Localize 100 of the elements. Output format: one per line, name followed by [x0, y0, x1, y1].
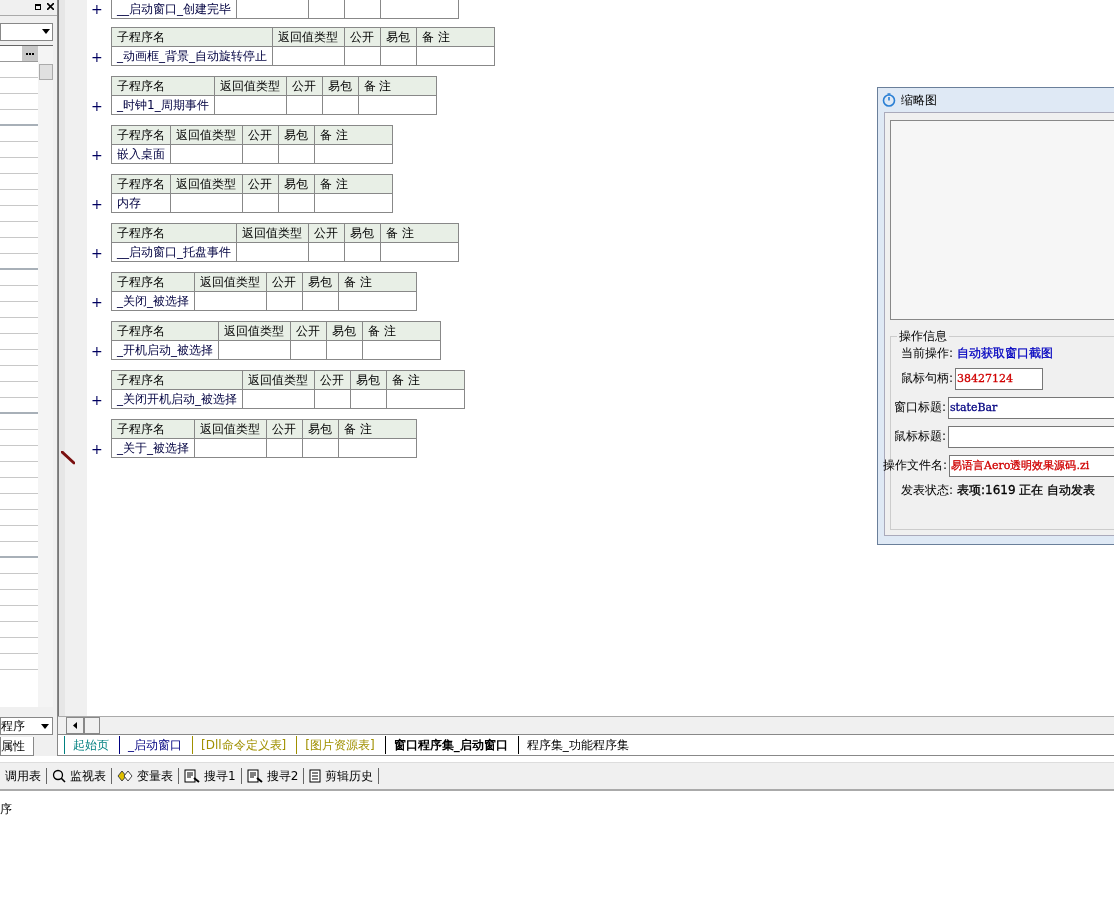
search-icon [52, 769, 66, 783]
column-header: 返回值类型 [272, 27, 345, 47]
toolbar-button[interactable]: 调用表 [0, 768, 47, 784]
column-header: 返回值类型 [170, 125, 243, 145]
expand-toggle[interactable]: + [91, 47, 103, 67]
column-header: 子程序名 [111, 27, 273, 47]
find-icon [184, 769, 200, 783]
column-header: 子程序名 [111, 76, 215, 96]
window-title: 缩略图 [901, 91, 937, 109]
output-text: 序 [0, 802, 12, 816]
column-header: 易包 [278, 125, 315, 145]
column-header: 子程序名 [111, 370, 243, 390]
expand-toggle[interactable]: + [91, 194, 103, 214]
column-header: 公开 [266, 419, 303, 439]
input-field[interactable]: stateBar [947, 396, 1114, 419]
ellipsis-button[interactable] [22, 46, 38, 61]
expand-toggle[interactable]: + [91, 341, 103, 361]
expand-toggle[interactable]: + [91, 96, 103, 116]
column-header: 易包 [278, 174, 315, 194]
column-header: 公开 [286, 76, 323, 96]
column-header: 易包 [326, 321, 363, 341]
column-header: 子程序名 [111, 174, 171, 194]
column-header: 返回值类型 [170, 174, 243, 194]
file-tab[interactable]: 窗口程序集_启动窗口 [384, 736, 518, 754]
file-tab[interactable]: 程序集_功能程序集 [517, 736, 639, 754]
column-header: 备 注 [386, 370, 465, 390]
column-header: 子程序名 [111, 419, 195, 439]
column-header: 子程序名 [111, 272, 195, 292]
input-field[interactable] [947, 425, 1114, 448]
column-header: 易包 [302, 272, 339, 292]
column-header: 备 注 [338, 272, 417, 292]
column-header: 易包 [302, 419, 339, 439]
timer-icon [882, 93, 896, 107]
column-header: 公开 [290, 321, 327, 341]
column-header: 公开 [314, 370, 351, 390]
column-header: 备 注 [358, 76, 437, 96]
left-arrow-icon [73, 722, 77, 729]
column-header: 公开 [308, 223, 345, 243]
document-icon [309, 769, 322, 783]
column-header: 返回值类型 [242, 370, 315, 390]
expand-toggle[interactable]: + [91, 0, 103, 19]
diamonds-icon [117, 770, 133, 782]
field-label: 鼠标句柄: [899, 370, 954, 387]
procedure-name-cell: __启动窗口_创建完毕 [111, 0, 237, 19]
column-header: 子程序名 [111, 125, 171, 145]
file-tab[interactable]: _启动窗口 [119, 736, 192, 754]
field-label: 操作文件名: [883, 457, 949, 474]
vertical-scrollbar[interactable] [38, 46, 53, 707]
properties-tab[interactable]: 属性 [0, 737, 34, 756]
expand-toggle[interactable]: + [91, 145, 103, 165]
expand-toggle[interactable]: + [91, 243, 103, 263]
toolbar-button[interactable]: 搜寻1 [179, 768, 242, 784]
procedure-name-cell: 嵌入桌面 [111, 144, 171, 164]
column-header: 备 注 [362, 321, 441, 341]
field-label: 鼠标标题: [892, 428, 947, 445]
column-header: 备 注 [314, 174, 393, 194]
column-header: 返回值类型 [236, 223, 309, 243]
column-header: 返回值类型 [194, 419, 267, 439]
expand-toggle[interactable]: + [91, 292, 103, 312]
procedure-name-cell: _关于_被选择 [111, 438, 195, 458]
column-header: 备 注 [380, 223, 459, 243]
procedure-name-cell: _开机启动_被选择 [111, 340, 219, 360]
scroll-track[interactable] [84, 717, 100, 734]
column-header: 备 注 [338, 419, 417, 439]
column-header: 易包 [344, 223, 381, 243]
column-header: 易包 [350, 370, 387, 390]
expand-toggle[interactable]: + [91, 439, 103, 459]
column-header: 子程序名 [111, 223, 237, 243]
type-dropdown[interactable]: 程序 [0, 717, 53, 735]
group-title: 操作信息 [897, 328, 949, 345]
procedure-name-cell: __启动窗口_托盘事件 [111, 242, 237, 262]
toolbar-button[interactable]: 监视表 [47, 768, 112, 784]
procedure-name-cell: _动画框_背景_自动旋转停止 [111, 46, 273, 66]
column-header: 子程序名 [111, 321, 219, 341]
maximize-button[interactable] [33, 1, 43, 12]
column-header: 易包 [322, 76, 359, 96]
column-header: 返回值类型 [218, 321, 291, 341]
field-value: 自动获取窗口截图 [957, 345, 1053, 362]
procedure-name-cell: _关闭_被选择 [111, 291, 195, 311]
procedure-name-cell: _时钟1_周期事件 [111, 95, 215, 115]
field-label: 窗口标题: [892, 399, 947, 416]
input-field[interactable]: 易语言Aero透明效果源码.zi [949, 454, 1114, 477]
object-dropdown[interactable] [0, 23, 53, 41]
file-tab[interactable]: 起始页 [64, 736, 119, 754]
input-field[interactable]: 38427124 [955, 367, 1043, 390]
find-icon [246, 769, 263, 783]
column-header: 易包 [380, 27, 417, 47]
column-header: 公开 [344, 27, 381, 47]
scroll-left-button[interactable] [66, 717, 84, 734]
column-header: 公开 [266, 272, 303, 292]
toolbar-button[interactable]: 搜寻2 [241, 768, 305, 784]
procedure-name-cell: 内存 [111, 193, 171, 213]
field-label: 当前操作: [899, 345, 954, 362]
toolbar-button[interactable]: 变量表 [112, 768, 179, 784]
column-header: 返回值类型 [214, 76, 287, 96]
expand-toggle[interactable]: + [91, 390, 103, 410]
toolbar-button[interactable]: 剪辑历史 [304, 768, 380, 784]
close-button[interactable] [45, 1, 55, 12]
field-label: 发表状态: [899, 482, 954, 499]
dropdown-arrow-icon [42, 29, 50, 34]
